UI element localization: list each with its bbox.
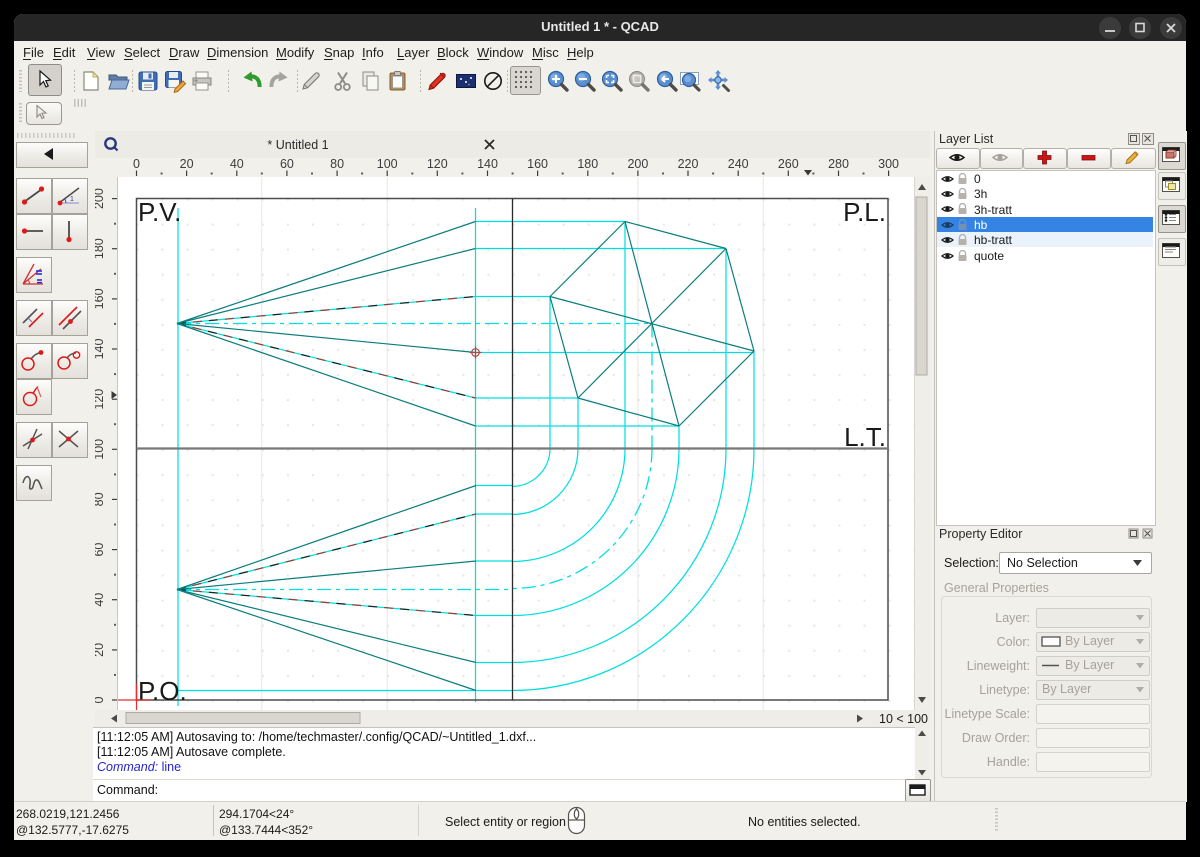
svg-text:40: 40	[230, 158, 244, 171]
svg-text:1: 1	[70, 196, 74, 203]
svg-text:100: 100	[377, 158, 398, 171]
svg-text:60: 60	[280, 158, 294, 171]
svg-text:300: 300	[878, 158, 899, 171]
svg-text:100: 100	[95, 439, 106, 460]
svg-text:120: 120	[95, 389, 106, 410]
svg-text:180: 180	[95, 238, 106, 259]
svg-text:160: 160	[527, 158, 548, 171]
svg-text:280: 280	[828, 158, 849, 171]
svg-text:220: 220	[678, 158, 699, 171]
svg-text:180: 180	[577, 158, 598, 171]
svg-text:140: 140	[477, 158, 498, 171]
svg-text:200: 200	[627, 158, 648, 171]
svg-text:40: 40	[95, 593, 106, 607]
svg-text:P.V.: P.V.	[138, 197, 181, 227]
svg-text:0: 0	[95, 696, 106, 703]
svg-text:P.O.: P.O.	[138, 676, 187, 706]
svg-text:0: 0	[133, 158, 140, 171]
svg-text:20: 20	[180, 158, 194, 171]
svg-text:120: 120	[427, 158, 448, 171]
svg-text:240: 240	[728, 158, 749, 171]
svg-text:160: 160	[95, 288, 106, 309]
svg-text:L.T.: L.T.	[844, 422, 886, 452]
svg-text:80: 80	[330, 158, 344, 171]
svg-text:60: 60	[95, 543, 106, 557]
svg-text:80: 80	[95, 492, 106, 506]
svg-text:10 < 100: 10 < 100	[879, 712, 928, 726]
svg-text:260: 260	[778, 158, 799, 171]
svg-text:140: 140	[95, 339, 106, 360]
svg-text:20: 20	[95, 643, 106, 657]
svg-text:200: 200	[95, 188, 106, 209]
svg-text:P.L.: P.L.	[843, 197, 886, 227]
